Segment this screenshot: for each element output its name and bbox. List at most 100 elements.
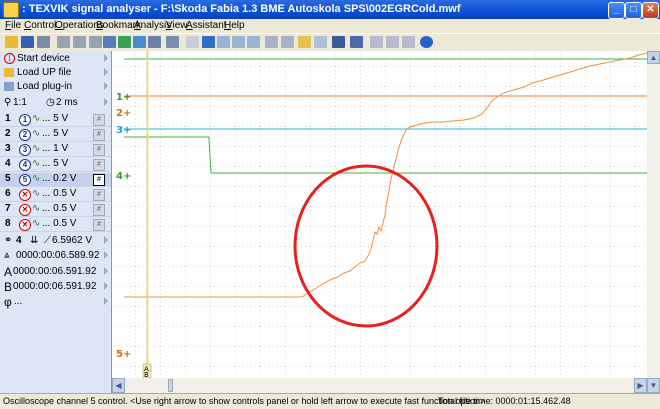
close-button[interactable]: ✕ xyxy=(642,2,659,19)
copy-icon[interactable] xyxy=(57,36,70,48)
scroll-right-button[interactable]: ▶ xyxy=(634,378,647,393)
channel-off-icon[interactable]: ✕ xyxy=(19,219,31,231)
start-device-button[interactable]: | Start device xyxy=(0,53,111,66)
load-up-label: Load UP file xyxy=(17,67,72,78)
channel-off-icon[interactable]: ✕ xyxy=(19,204,31,216)
open-icon[interactable] xyxy=(5,36,18,48)
measure-icon[interactable] xyxy=(133,36,146,48)
channel-settings-icon[interactable]: # xyxy=(93,189,105,201)
scope-menu-icon[interactable] xyxy=(166,36,179,48)
zoom-value: 1:1 xyxy=(13,97,27,108)
arrow-icon[interactable] xyxy=(332,36,345,48)
channel-scale: ... 0.2 V xyxy=(42,173,77,184)
cursor-value-row[interactable]: ⚭ 4 ⇊ ⟋ 6.5962 V xyxy=(0,235,111,248)
scroll-left-button[interactable]: ◀ xyxy=(112,378,125,393)
maximize-button[interactable]: □ xyxy=(625,2,642,19)
channel-4-marker[interactable]: 4+ xyxy=(116,171,131,182)
layout3-icon[interactable] xyxy=(402,36,415,48)
scroll-thumb[interactable] xyxy=(168,379,173,392)
zoom-timebase-row[interactable]: ⚲ 1:1 ◷ 2 ms xyxy=(0,97,111,110)
channel-number: 4 xyxy=(5,158,11,169)
save-icon[interactable] xyxy=(21,36,34,48)
channel-number: 3 xyxy=(5,143,11,154)
menu-file[interactable]: File xyxy=(5,20,21,31)
scroll-up-button[interactable]: ▲ xyxy=(647,51,660,64)
cursor-b-row[interactable]: B 0000:00:06.591.92 xyxy=(0,280,111,294)
print-icon[interactable] xyxy=(37,36,50,48)
channel-settings-icon[interactable]: # xyxy=(93,159,105,171)
channel-circle-icon[interactable]: 1 xyxy=(19,114,31,126)
channel-row-6[interactable]: 6 ✕ ∿ ... 0.5 V # xyxy=(0,188,111,202)
channel-circle-icon[interactable]: 5 xyxy=(19,174,31,186)
panel-icon[interactable] xyxy=(350,36,363,48)
channel-off-icon[interactable]: ✕ xyxy=(19,189,31,201)
check-icon[interactable] xyxy=(202,36,215,48)
clock-icon: ◷ xyxy=(46,97,55,108)
channel-row-8[interactable]: 8 ✕ ∿ ... 0.5 V # xyxy=(0,218,111,232)
help-icon[interactable] xyxy=(420,36,433,48)
cursor-a-row[interactable]: A 0000:00:06.591.92 xyxy=(0,265,111,279)
horizontal-scrollbar[interactable]: ◀ ▶ xyxy=(112,378,647,393)
channel-scale: ... 1 V xyxy=(42,143,69,154)
minimize-button[interactable]: _ xyxy=(608,2,625,19)
vertical-scrollbar[interactable]: ▲ ▼ xyxy=(647,51,660,393)
chevron-right-icon xyxy=(104,282,108,290)
phase-row[interactable]: φ ... xyxy=(0,295,111,309)
scroll-down-button[interactable]: ▼ xyxy=(647,378,660,393)
window-title: : TEXVIK signal analyser - F:\Skoda Fabi… xyxy=(22,3,461,15)
channel-settings-icon[interactable]: # xyxy=(93,114,105,126)
channel-settings-icon[interactable]: # xyxy=(93,144,105,156)
cursor-b-letter: B xyxy=(4,280,13,294)
wave-tool-icon[interactable] xyxy=(118,36,131,48)
channel-circle-icon[interactable]: 3 xyxy=(19,144,31,156)
cursor-b-time: 0000:00:06.591.92 xyxy=(13,281,97,292)
cursor-tool-icon[interactable] xyxy=(103,36,116,48)
channel-5-marker[interactable]: 5+ xyxy=(116,349,131,360)
channel-number: 5 xyxy=(5,173,11,184)
menu-view[interactable]: View xyxy=(166,20,188,31)
channel-row-4[interactable]: 4 4 ∿ ... 5 V # xyxy=(0,158,111,172)
channel-1-marker[interactable]: 1+ xyxy=(116,92,131,103)
delta-time-row[interactable]: ⩓ 0000:00:06.589.92 xyxy=(0,250,111,263)
channel-circle-icon[interactable]: 2 xyxy=(19,129,31,141)
channel-2-marker[interactable]: 2+ xyxy=(116,108,131,119)
channel-row-2[interactable]: 2 2 ∿ ... 5 V # xyxy=(0,128,111,142)
folder-icon[interactable] xyxy=(298,36,311,48)
export-icon[interactable] xyxy=(281,36,294,48)
channel-row-5[interactable]: 5 5 ∿ ... 0.2 V # xyxy=(0,173,111,187)
load-up-file-button[interactable]: Load UP file xyxy=(0,67,111,80)
zoom-icon[interactable] xyxy=(148,36,161,48)
channel-settings-icon[interactable]: # xyxy=(93,219,105,231)
check-all-icon[interactable] xyxy=(217,36,230,48)
magnifier-icon: ⚲ xyxy=(4,97,12,108)
layout1-icon[interactable] xyxy=(370,36,383,48)
channel-row-3[interactable]: 3 3 ∿ ... 1 V # xyxy=(0,143,111,157)
wave-icon: ∿ xyxy=(32,128,41,139)
menu-control[interactable]: Control xyxy=(24,20,56,31)
wave-icon: ∿ xyxy=(32,143,41,154)
paste-icon[interactable] xyxy=(73,36,86,48)
channel-settings-icon[interactable]: # xyxy=(93,129,105,141)
channel-settings-icon[interactable]: # xyxy=(93,204,105,216)
cursor-a-time: 0000:00:06.591.92 xyxy=(13,266,97,277)
channel-row-1[interactable]: 1 1 ∿ ... 5 V # xyxy=(0,113,111,127)
cut-icon[interactable] xyxy=(89,36,102,48)
layout2-icon[interactable] xyxy=(386,36,399,48)
grid-icon[interactable] xyxy=(265,36,278,48)
menu-help[interactable]: Help xyxy=(224,20,245,31)
dropdown-icon[interactable] xyxy=(186,36,199,48)
channel-3-marker[interactable]: 3+ xyxy=(116,125,131,136)
load-plugin-button[interactable]: Load plug-in xyxy=(0,81,111,94)
channel-circle-icon[interactable]: 4 xyxy=(19,159,31,171)
tools-icon[interactable] xyxy=(314,36,327,48)
trigger-icon: ⇊ xyxy=(30,235,39,246)
oscilloscope-plot[interactable]: 1+ 2+ 3+ 4+ 5+ A B xyxy=(112,51,648,379)
check-prev-icon[interactable] xyxy=(247,36,260,48)
channel-scale: ... 0.5 V xyxy=(42,188,77,199)
channel-number: 1 xyxy=(5,113,11,124)
app-icon[interactable] xyxy=(3,2,19,18)
check-next-icon[interactable] xyxy=(232,36,245,48)
channel-row-7[interactable]: 7 ✕ ∿ ... 0.5 V # xyxy=(0,203,111,217)
channel-settings-icon[interactable]: # xyxy=(93,174,105,186)
menu-assistant[interactable]: Assistant xyxy=(186,20,227,31)
